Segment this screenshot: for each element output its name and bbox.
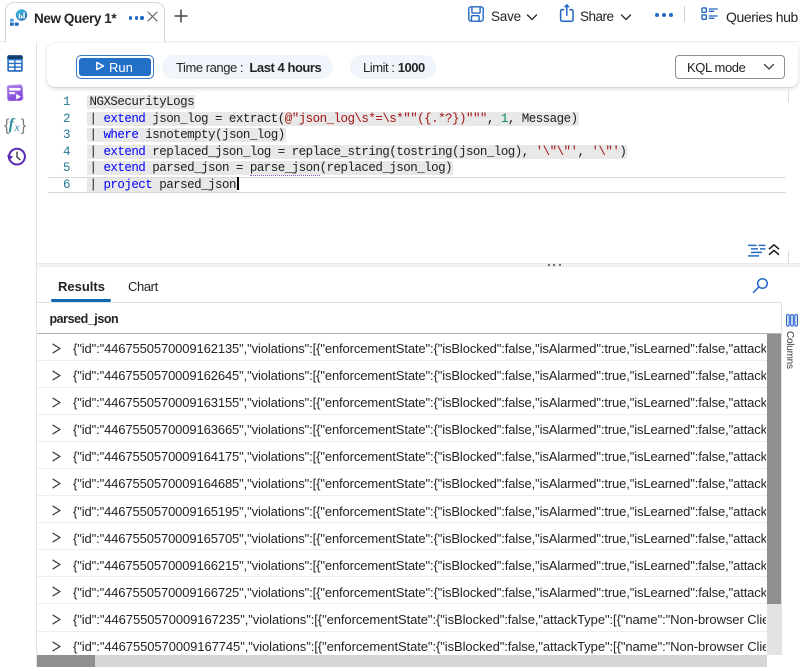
svg-text:x: x [13,120,20,134]
svg-text:}: } [21,117,27,135]
